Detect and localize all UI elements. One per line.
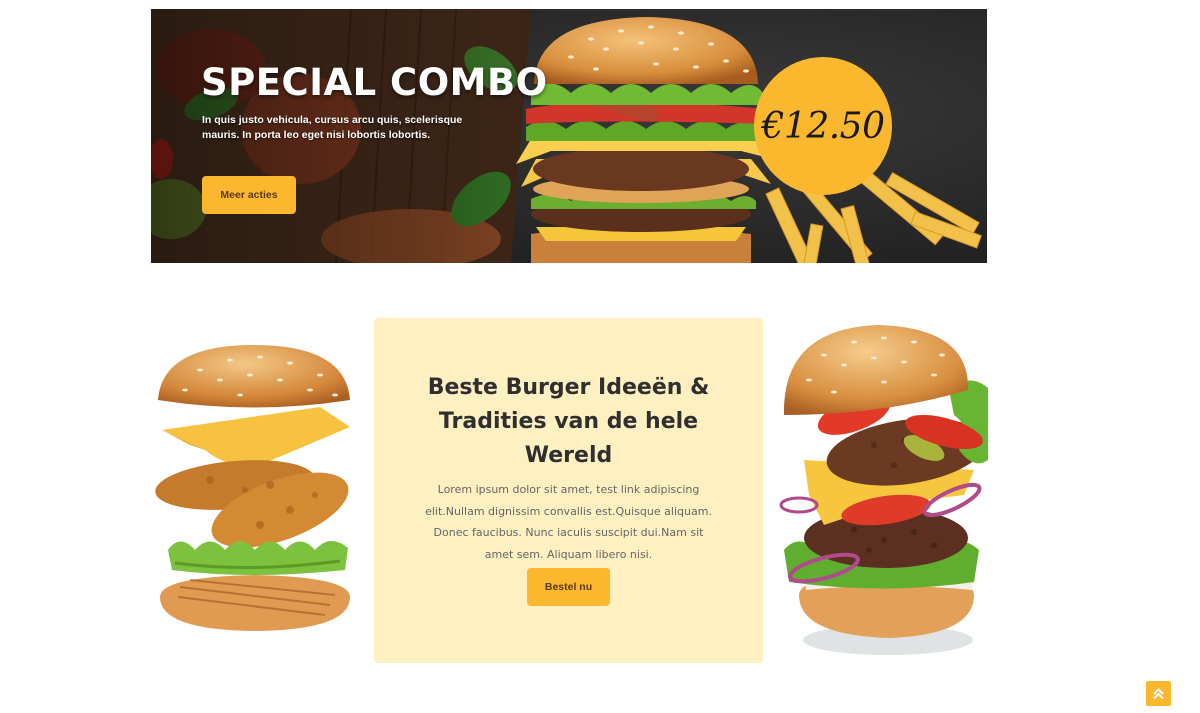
hero-description: In quis justo vehicula, cursus arcu quis… bbox=[202, 114, 463, 141]
promo-card: Beste Burger Ideeën & Tradities van de h… bbox=[374, 318, 763, 663]
order-now-button[interactable]: Bestel nu bbox=[527, 568, 610, 606]
more-deals-button[interactable]: Meer acties bbox=[202, 176, 296, 214]
promo-title: Beste Burger Ideeën & Tradities van de h… bbox=[427, 375, 710, 468]
chicken-burger-image bbox=[155, 345, 350, 631]
special-combo-banner: SPECIAL COMBO In quis justo vehicula, cu… bbox=[151, 9, 987, 263]
price-badge: €12.50 bbox=[754, 57, 892, 195]
hero-title: SPECIAL COMBO bbox=[201, 61, 548, 104]
scroll-to-top-button[interactable] bbox=[1146, 681, 1171, 706]
price-label: €12.50 bbox=[761, 105, 885, 147]
beef-burger-image bbox=[779, 325, 988, 655]
promo-description: Lorem ipsum dolor sit amet, test link ad… bbox=[425, 483, 712, 561]
double-chevron-up-icon bbox=[1153, 688, 1164, 700]
